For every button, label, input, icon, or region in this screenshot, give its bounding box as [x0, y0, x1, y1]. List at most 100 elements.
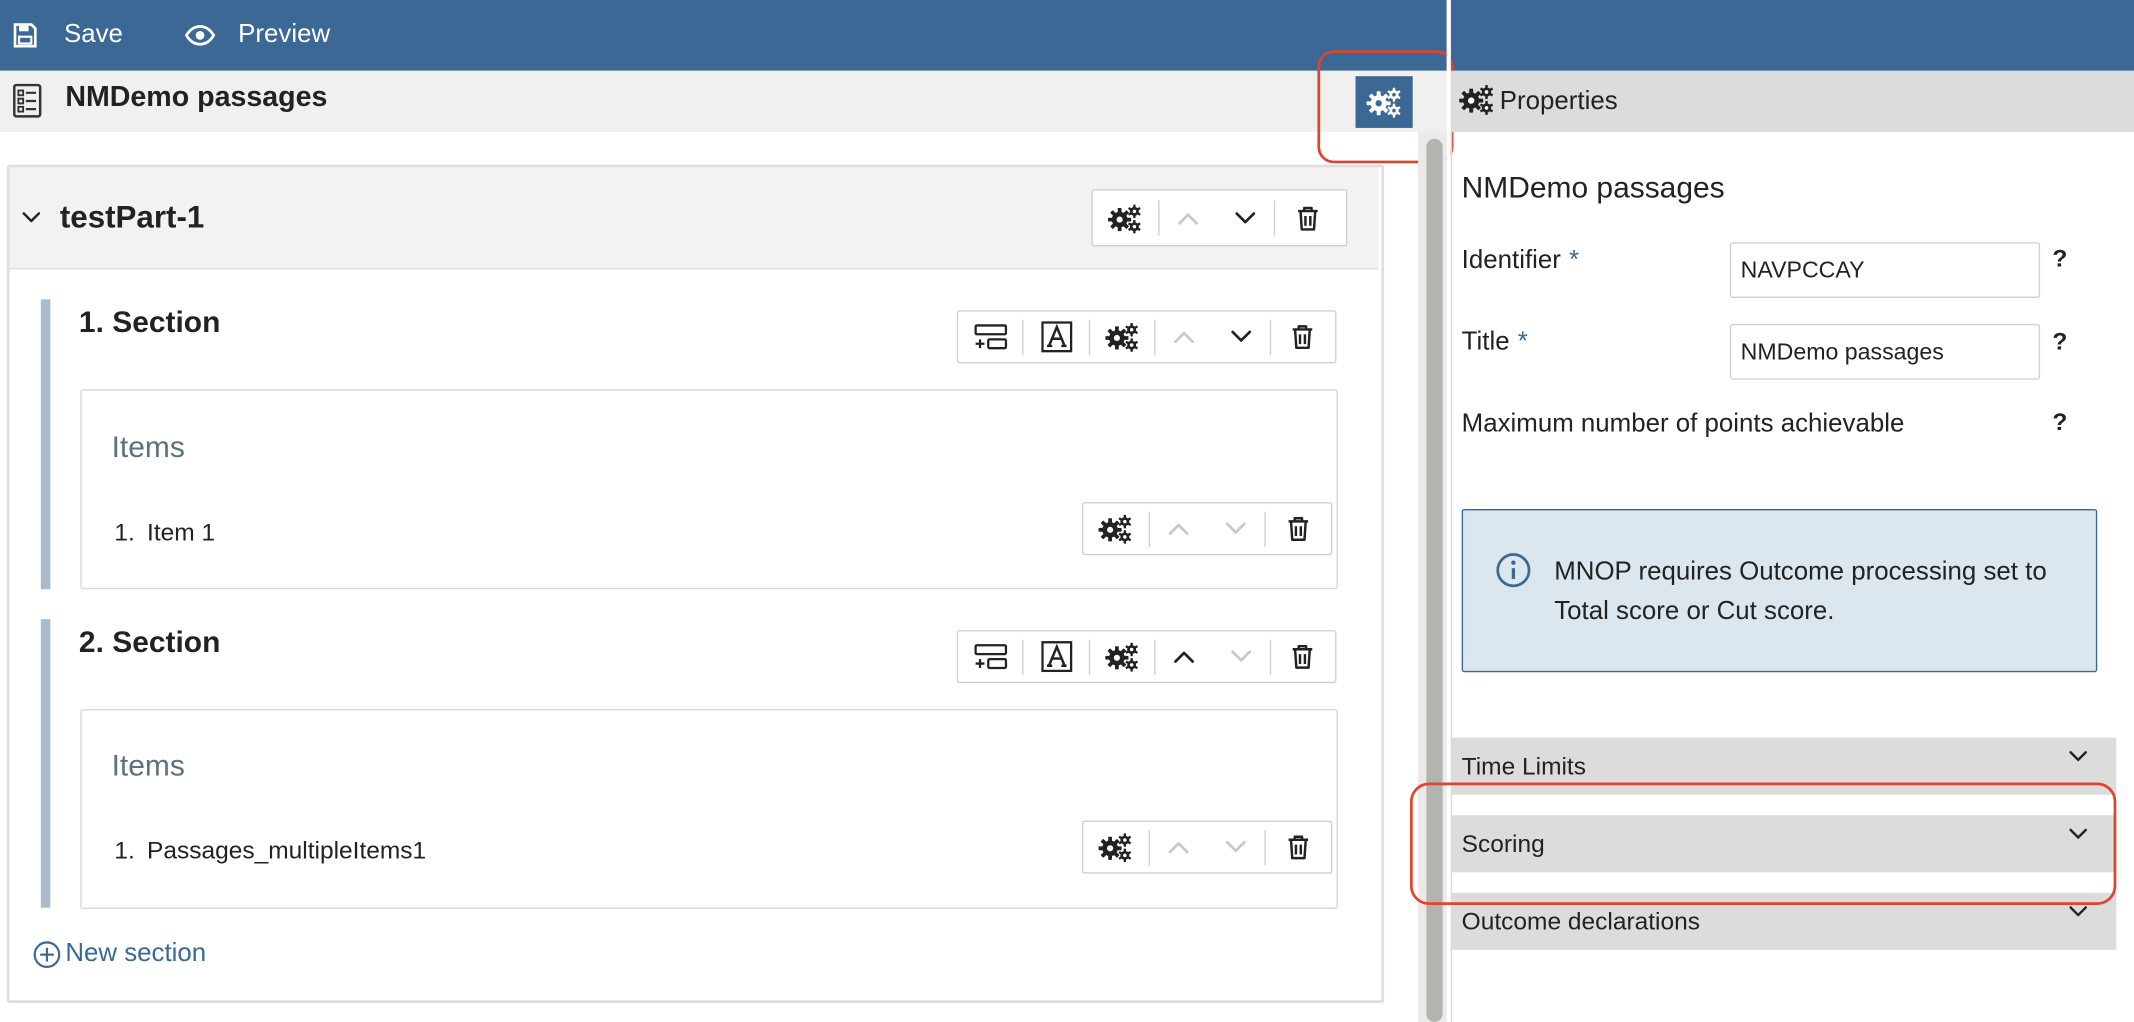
title-help-icon[interactable]: ? — [2052, 328, 2067, 357]
item-toolbar — [1081, 502, 1333, 556]
max-points-label: Maximum number of points achievable — [1461, 409, 1905, 439]
text-format-icon — [1041, 641, 1072, 672]
move-down-button[interactable] — [1217, 191, 1274, 245]
identifier-help-icon[interactable]: ? — [2052, 245, 2067, 274]
item-label: Item 1 — [147, 518, 216, 546]
item-properties-button[interactable] — [1083, 822, 1148, 872]
required-marker: * — [1569, 246, 1580, 275]
chevron-down-icon — [2067, 905, 2089, 919]
delete-item-button[interactable] — [1266, 822, 1331, 872]
section-bar — [40, 299, 51, 590]
test-part-properties-button[interactable] — [1093, 191, 1158, 245]
save-button[interactable]: Save — [13, 0, 123, 71]
eye-icon — [185, 25, 216, 46]
section-properties-button[interactable] — [1090, 312, 1155, 362]
text-format-icon — [1041, 321, 1072, 352]
chevron-up-icon — [1172, 329, 1196, 344]
gears-icon — [1105, 321, 1140, 352]
move-up-button[interactable] — [1156, 312, 1213, 362]
chevron-down-icon — [1229, 649, 1253, 664]
move-down-button[interactable] — [1207, 822, 1264, 872]
highlight-annotation — [1409, 782, 2117, 905]
delete-section-button[interactable] — [1270, 631, 1335, 681]
items-label: Items — [111, 748, 185, 783]
accordion-label: Outcome declarations — [1461, 907, 1700, 935]
title-input[interactable] — [1729, 323, 2041, 380]
item-toolbar — [1081, 820, 1333, 874]
delete-test-part-button[interactable] — [1275, 191, 1340, 245]
preview-label: Preview — [238, 20, 331, 49]
move-up-button[interactable] — [1160, 191, 1217, 245]
info-icon — [1496, 553, 1531, 588]
new-section-button[interactable]: New section — [33, 939, 207, 969]
item-number: 1. — [114, 518, 135, 546]
items-container — [80, 709, 1338, 910]
chevron-up-icon — [1172, 649, 1196, 664]
trash-icon — [1286, 833, 1310, 862]
list-item[interactable]: 1. Passages_multipleItems1 — [114, 837, 426, 866]
chevron-up-icon — [1166, 521, 1190, 536]
title-label: Title * — [1462, 328, 1528, 358]
top-toolbar-right — [1450, 0, 2134, 71]
move-down-button[interactable] — [1207, 504, 1264, 554]
page-title: NMDemo passages — [65, 81, 328, 113]
accordion-label: Time Limits — [1461, 752, 1586, 780]
gears-icon — [1108, 202, 1143, 233]
identifier-label-text: Identifier — [1461, 246, 1561, 275]
rubric-block-button[interactable] — [1024, 631, 1089, 681]
section-title: 2. Section — [78, 624, 221, 659]
chevron-up-icon — [1166, 840, 1190, 855]
identifier-label: Identifier * — [1462, 246, 1579, 276]
section-toolbar — [956, 630, 1337, 684]
list-item[interactable]: 1. Item 1 — [114, 518, 215, 547]
chevron-down-icon — [1229, 329, 1253, 344]
chevron-down-icon — [1224, 521, 1248, 536]
trash-icon — [1286, 514, 1310, 543]
properties-title: NMDemo passages — [1461, 170, 1725, 205]
preview-button[interactable]: Preview — [185, 0, 330, 71]
items-container — [80, 389, 1338, 590]
item-properties-button[interactable] — [1083, 504, 1148, 554]
plus-circle-icon — [33, 940, 61, 968]
item-number: 1. — [114, 836, 135, 865]
section-title: 1. Section — [78, 304, 221, 339]
move-down-button[interactable] — [1213, 631, 1270, 681]
section-properties-button[interactable] — [1090, 631, 1155, 681]
trash-icon — [1290, 323, 1314, 352]
rubric-block-button[interactable] — [1024, 312, 1089, 362]
chevron-down-icon — [2067, 750, 2089, 764]
section-bar — [40, 619, 51, 908]
add-item-icon — [973, 323, 1008, 352]
test-part-title: testPart-1 — [59, 198, 205, 235]
properties-label: Properties — [1499, 87, 1618, 116]
delete-section-button[interactable] — [1270, 312, 1335, 362]
test-part-toolbar — [1091, 189, 1348, 247]
move-up-button[interactable] — [1150, 822, 1207, 872]
add-item-icon — [973, 642, 1008, 671]
gears-icon — [1105, 641, 1140, 672]
save-label: Save — [63, 20, 123, 49]
gears-icon — [1098, 831, 1133, 862]
title-label-text: Title — [1461, 327, 1510, 357]
add-item-button[interactable] — [958, 312, 1023, 362]
move-down-button[interactable] — [1213, 312, 1270, 362]
move-up-button[interactable] — [1150, 504, 1207, 554]
max-points-help-icon[interactable]: ? — [2052, 408, 2067, 437]
gears-icon — [1459, 83, 1496, 116]
save-icon — [13, 23, 37, 48]
items-label: Items — [111, 430, 185, 465]
chevron-down-icon — [1233, 210, 1257, 225]
document-list-icon — [13, 83, 42, 118]
chevron-up-icon — [1176, 210, 1200, 225]
new-section-label: New section — [65, 938, 207, 968]
gears-icon — [1098, 513, 1133, 544]
move-up-button[interactable] — [1156, 631, 1213, 681]
section-toolbar — [956, 310, 1337, 364]
trash-icon — [1296, 203, 1320, 232]
trash-icon — [1290, 642, 1314, 671]
chevron-down-icon[interactable] — [20, 211, 42, 225]
identifier-input[interactable] — [1729, 242, 2041, 299]
delete-item-button[interactable] — [1266, 504, 1331, 554]
add-item-button[interactable] — [958, 631, 1023, 681]
required-marker: * — [1517, 327, 1528, 357]
